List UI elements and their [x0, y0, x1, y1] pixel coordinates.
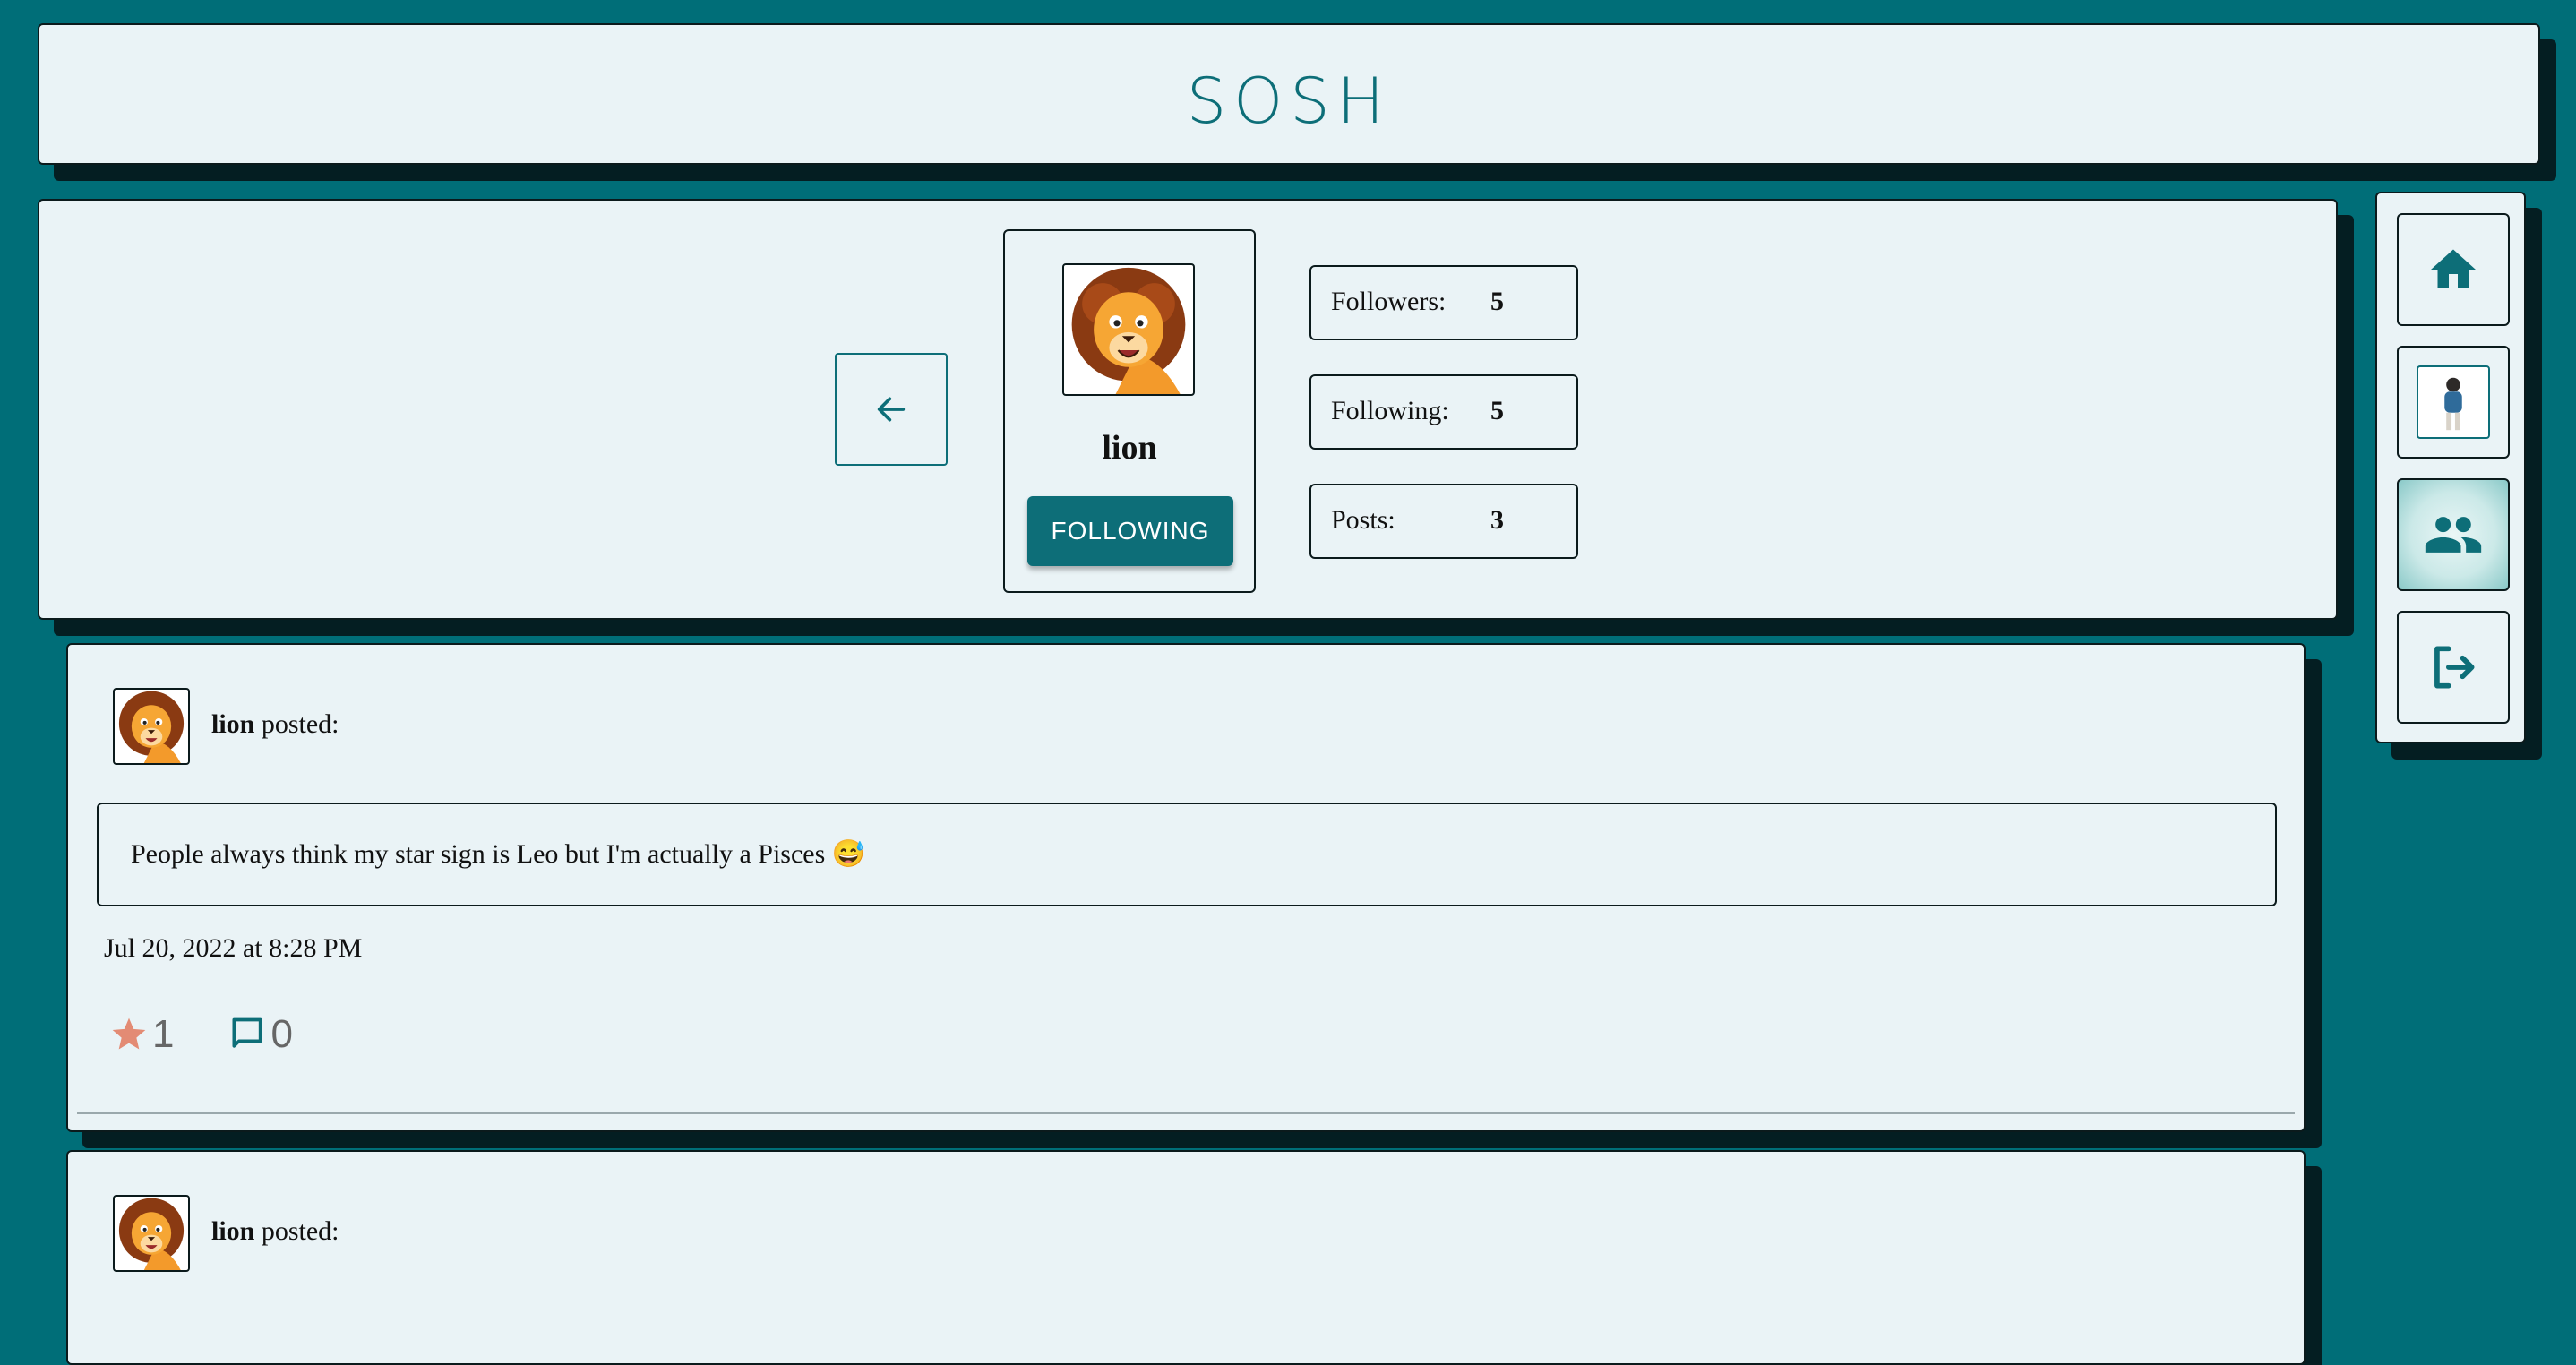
post-actions: 1 0 — [109, 1012, 293, 1057]
logout-icon — [2434, 646, 2475, 689]
post-text: People always think my star sign is Leo … — [131, 839, 866, 869]
home-icon — [2431, 249, 2476, 288]
posts-count: 3 — [1490, 505, 1504, 535]
comment-count: 0 — [270, 1012, 293, 1056]
my-avatar — [2417, 365, 2490, 439]
following-button[interactable]: FOLLOWING — [1027, 496, 1233, 566]
post-author-avatar[interactable] — [113, 688, 190, 765]
people-icon — [2425, 517, 2482, 553]
star-button[interactable]: 1 — [109, 1012, 174, 1057]
arrow-left-icon — [877, 397, 906, 422]
posted-label: posted: — [261, 1216, 339, 1246]
post-content-box: People always think my star sign is Leo … — [97, 803, 2277, 906]
profile-panel: lion FOLLOWING Followers: 5 Following: 5… — [38, 199, 2338, 620]
nav-home-button[interactable] — [2397, 213, 2510, 326]
post-card: lion posted: — [66, 1150, 2306, 1365]
followers-stat[interactable]: Followers: 5 — [1309, 265, 1578, 340]
lion-avatar-image — [118, 1198, 185, 1270]
lion-avatar-image — [118, 691, 185, 763]
post-card: lion posted: People always think my star… — [66, 643, 2306, 1132]
comment-button[interactable]: 0 — [228, 1012, 293, 1057]
side-nav — [2375, 192, 2526, 743]
lion-avatar-image — [1071, 267, 1186, 394]
star-count: 1 — [152, 1012, 175, 1056]
following-label: Following: — [1331, 396, 1449, 425]
posts-stat[interactable]: Posts: 3 — [1309, 484, 1578, 559]
star-icon — [112, 1017, 146, 1050]
brand-logo[interactable]: SOSH — [39, 70, 2538, 133]
header-bar: SOSH — [38, 23, 2540, 165]
nav-friends-button[interactable] — [2397, 478, 2510, 591]
profile-avatar — [1062, 263, 1195, 396]
post-author-name[interactable]: lion — [211, 1216, 254, 1246]
nav-profile-button[interactable] — [2397, 346, 2510, 459]
posts-label: Posts: — [1331, 505, 1395, 535]
post-author-name[interactable]: lion — [211, 709, 254, 739]
followers-count: 5 — [1490, 287, 1504, 316]
following-count: 5 — [1490, 396, 1504, 425]
posted-label: posted: — [261, 709, 339, 739]
following-stat[interactable]: Following: 5 — [1309, 374, 1578, 450]
post-date: Jul 20, 2022 at 8:28 PM — [104, 933, 363, 963]
followers-label: Followers: — [1331, 287, 1447, 316]
post-header: lion posted: — [211, 709, 339, 740]
user-figure-icon — [2444, 377, 2462, 431]
comment-icon — [232, 1017, 262, 1048]
nav-logout-button[interactable] — [2397, 611, 2510, 724]
user-card: lion FOLLOWING — [1003, 229, 1256, 593]
back-button[interactable] — [835, 353, 948, 466]
post-author-avatar[interactable] — [113, 1195, 190, 1272]
post-divider — [77, 1112, 2295, 1114]
profile-username: lion — [1102, 429, 1157, 467]
post-header: lion posted: — [211, 1216, 339, 1247]
